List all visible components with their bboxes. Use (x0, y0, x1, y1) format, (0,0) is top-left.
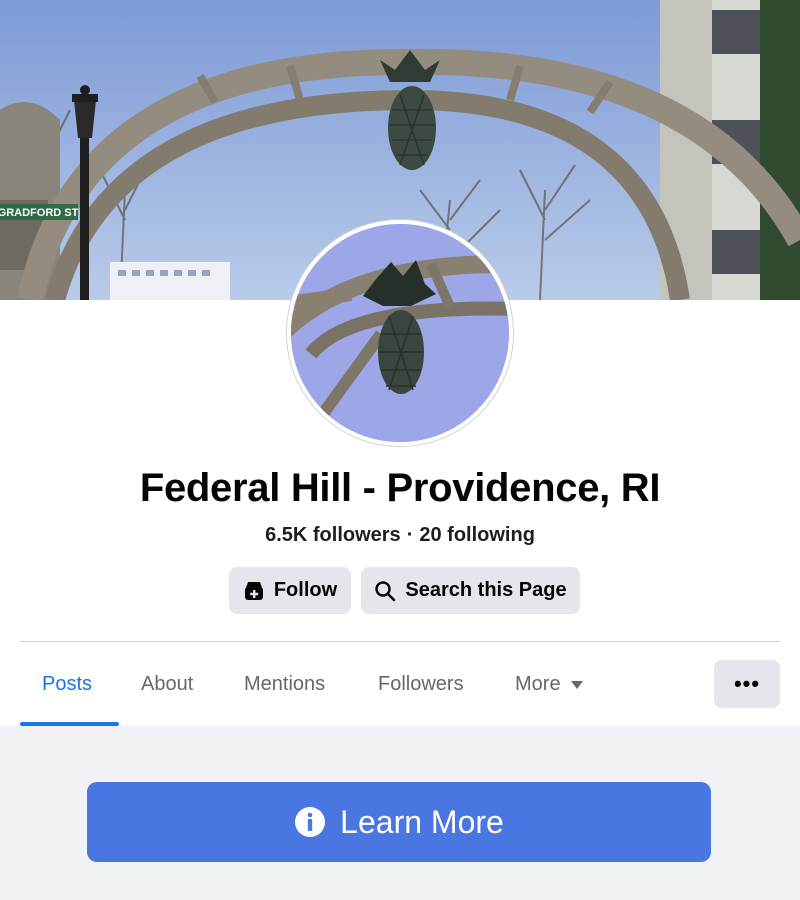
learn-more-label: Learn More (340, 803, 504, 840)
tab-label: More (515, 672, 561, 695)
learn-more-button[interactable]: Learn More (87, 782, 711, 862)
page-title: Federal Hill - Providence, RI (139, 466, 661, 510)
tab-label: Posts (42, 672, 93, 695)
follower-stats: 6.5K followers · 20 following (0, 524, 800, 547)
tab-more[interactable]: More (515, 642, 583, 726)
profile-picture[interactable] (287, 220, 513, 446)
stats-separator: · (406, 524, 414, 546)
street-sign-text: GRADFORD ST (0, 207, 79, 219)
search-icon (375, 580, 396, 601)
caret-down-icon (570, 681, 583, 689)
info-icon (295, 807, 326, 837)
search-page-button[interactable]: Search this Page (361, 567, 580, 614)
tab-followers[interactable]: Followers (378, 642, 464, 726)
tab-bar: Posts About Mentions Followers More (0, 642, 800, 726)
tab-about[interactable]: About (141, 642, 193, 726)
follow-icon (244, 581, 263, 600)
tab-label: Followers (378, 672, 464, 695)
tab-posts[interactable]: Posts (42, 642, 92, 726)
followers-count[interactable]: 6.5K followers (265, 524, 401, 546)
search-label: Search this Page (405, 579, 567, 601)
more-options-button[interactable]: ••• (714, 660, 780, 708)
following-count[interactable]: 20 following (419, 524, 535, 546)
follow-label: Follow (273, 579, 338, 601)
tab-label: About (141, 672, 194, 695)
tab-mentions[interactable]: Mentions (244, 642, 325, 726)
tab-label: Mentions (244, 672, 326, 695)
follow-button[interactable]: Follow (229, 567, 351, 614)
